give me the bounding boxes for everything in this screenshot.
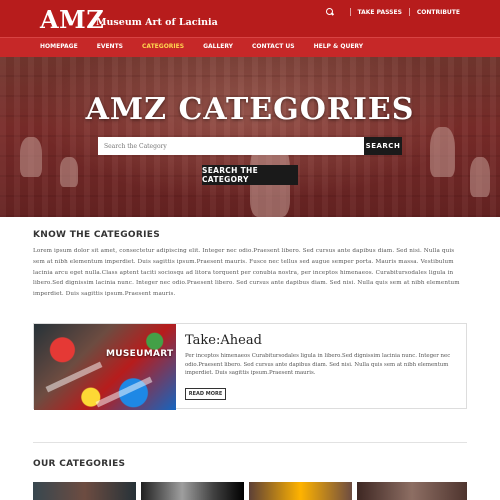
divider [349,8,351,16]
know-section-text: Lorem ipsum dolor sit amet, consectetur … [33,248,460,298]
brush-stroke [45,361,103,393]
main-nav: HOMEPAGE EVENTS CATEGORIES GALLERY CONTA… [0,37,500,57]
card-title: Take:Ahead [185,333,262,348]
top-header: AMZ Museum Art of Lacinia TAKE PASSES CO… [0,0,500,37]
contribute-link[interactable]: CONTRIBUTE [417,9,460,16]
know-section-title: KNOW THE CATEGORIES [33,230,160,240]
nav-item-help-query[interactable]: HELP & QUERY [314,43,363,50]
our-categories-title: OUR CATEGORIES [33,459,126,469]
card-text: Per inceptos himenaeos Curabitursodales … [185,353,451,377]
page-title: AMZ CATEGORIES [85,92,415,127]
category-thumbnail[interactable] [357,482,467,500]
category-thumbnail[interactable] [249,482,352,500]
card-image-label: MUSEUMART [106,349,174,359]
nav-item-categories[interactable]: CATEGORIES [142,43,184,50]
search-category-button[interactable]: SEARCH THE CATEGORY [202,165,298,185]
section-divider [33,442,467,443]
brush-stroke [95,376,153,408]
nav-item-contact-us[interactable]: CONTACT US [252,43,295,50]
site-logo-subtitle: Museum Art of Lacinia [96,17,218,28]
nav-item-homepage[interactable]: HOMEPAGE [40,43,78,50]
read-more-button[interactable]: READ MORE [185,388,226,400]
take-passes-link[interactable]: TAKE PASSES [358,9,402,16]
top-links: TAKE PASSES CONTRIBUTE [325,7,460,17]
nav-item-events[interactable]: EVENTS [97,43,123,50]
divider [408,8,410,16]
category-thumbnail[interactable] [33,482,136,500]
card-image[interactable]: MUSEUMART [34,324,176,410]
search-button[interactable]: SEARCH [364,137,402,155]
site-logo[interactable]: AMZ [40,5,104,34]
nav-item-gallery[interactable]: GALLERY [203,43,233,50]
search-icon[interactable] [325,7,335,17]
category-search-input[interactable] [98,137,364,155]
category-card: MUSEUMART Take:Ahead Per inceptos himena… [33,323,467,410]
category-thumbnail[interactable] [141,482,244,500]
hero-banner: AMZ CATEGORIES SEARCH SEARCH THE CATEGOR… [0,57,500,217]
